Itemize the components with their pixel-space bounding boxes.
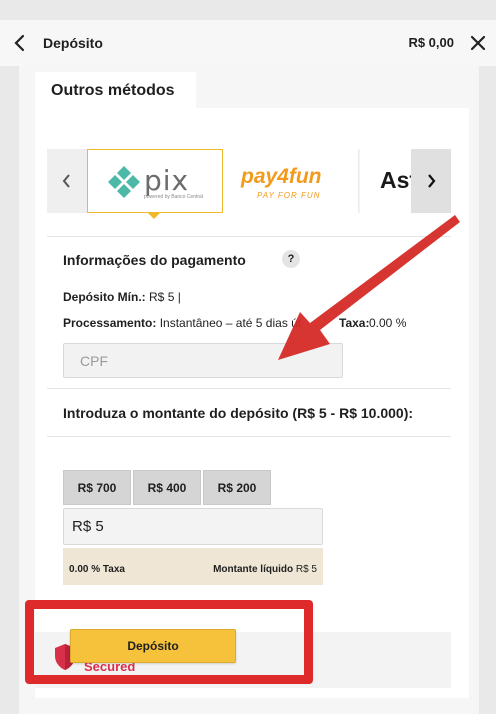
annotation-arrow-icon (278, 215, 460, 360)
